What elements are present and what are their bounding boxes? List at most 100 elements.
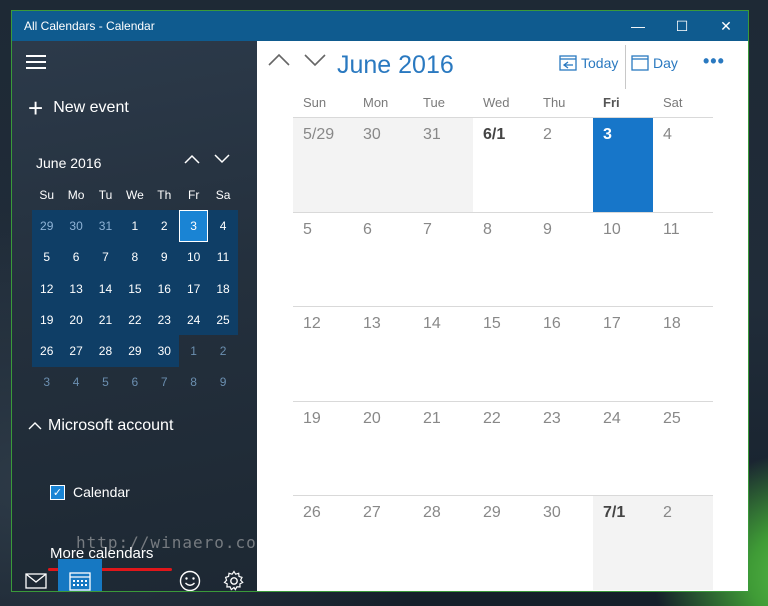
weekday-label: Sun: [303, 95, 327, 110]
mini-calendar-month[interactable]: June 2016: [36, 155, 101, 171]
day-cell[interactable]: 12: [293, 306, 353, 401]
more-options-icon[interactable]: •••: [703, 51, 725, 72]
day-cell[interactable]: 23: [533, 400, 593, 496]
day-cell[interactable]: 30: [353, 117, 413, 212]
mini-calendar-day[interactable]: 13: [61, 272, 91, 305]
hamburger-menu-icon[interactable]: [26, 55, 48, 71]
mini-calendar-day[interactable]: 9: [208, 367, 237, 398]
day-cell[interactable]: 17: [593, 306, 653, 401]
maximize-button[interactable]: ☐: [660, 11, 704, 41]
day-cell[interactable]: 22: [473, 400, 533, 496]
mini-calendar-day[interactable]: 14: [90, 272, 121, 305]
mini-calendar-day[interactable]: 6: [120, 367, 149, 398]
mini-calendar-day[interactable]: 15: [120, 272, 150, 305]
mini-calendar-day[interactable]: 9: [149, 241, 179, 273]
mini-calendar-day[interactable]: 3: [32, 367, 61, 398]
day-cell[interactable]: 15: [473, 306, 533, 401]
mini-calendar-day[interactable]: 29: [32, 210, 62, 242]
mini-calendar-day[interactable]: 5: [32, 241, 62, 273]
day-cell[interactable]: 21: [413, 400, 473, 496]
next-month-icon[interactable]: [303, 51, 327, 74]
mini-calendar-day[interactable]: 2: [149, 210, 179, 242]
calendar-checkbox-row[interactable]: ✓ Calendar: [50, 484, 130, 500]
mini-calendar-day[interactable]: 18: [208, 272, 238, 305]
checkmark-icon[interactable]: ✓: [50, 484, 65, 500]
mini-calendar-day[interactable]: 8: [120, 241, 150, 273]
mini-next-month-icon[interactable]: [214, 152, 230, 170]
today-cell[interactable]: 3: [593, 117, 653, 212]
day-cell[interactable]: 26: [293, 495, 353, 590]
day-cell[interactable]: 13: [353, 306, 413, 401]
day-cell[interactable]: 25: [653, 400, 713, 496]
mini-calendar-day[interactable]: 8: [179, 367, 208, 398]
day-cell[interactable]: 30: [533, 495, 593, 590]
day-cell[interactable]: 19: [293, 400, 353, 496]
day-cell[interactable]: 2: [533, 117, 593, 212]
mini-calendar-day[interactable]: 4: [208, 210, 238, 242]
mini-calendar-day[interactable]: 10: [178, 241, 209, 273]
mini-calendar-day[interactable]: 30: [61, 210, 91, 242]
current-month-title[interactable]: June 2016: [337, 51, 454, 80]
mini-calendar-day[interactable]: 31: [90, 210, 121, 242]
day-cell[interactable]: 6: [353, 211, 413, 307]
day-cell[interactable]: 4: [653, 117, 713, 212]
mini-calendar-day[interactable]: 7: [150, 367, 179, 398]
day-cell[interactable]: 10: [593, 211, 653, 307]
mini-calendar-day[interactable]: 28: [90, 335, 121, 367]
settings-button[interactable]: [212, 559, 256, 591]
mini-calendar-day[interactable]: 26: [32, 335, 62, 367]
minimize-button[interactable]: —: [616, 11, 660, 41]
new-event-button[interactable]: + New event: [28, 95, 129, 121]
day-cell[interactable]: 28: [413, 495, 473, 590]
mail-app-button[interactable]: [14, 559, 58, 591]
today-button[interactable]: Today: [559, 55, 618, 71]
day-number: 29: [483, 504, 501, 521]
day-cell[interactable]: 16: [533, 306, 593, 401]
day-cell[interactable]: 5: [293, 211, 353, 307]
mini-prev-month-icon[interactable]: [184, 152, 200, 170]
day-cell[interactable]: 2: [653, 495, 713, 590]
mini-calendar-day[interactable]: 16: [149, 272, 179, 305]
day-cell[interactable]: 27: [353, 495, 413, 590]
mini-calendar-day[interactable]: 21: [90, 304, 121, 336]
day-cell[interactable]: 6/1: [473, 117, 533, 212]
day-cell[interactable]: 5/29: [293, 117, 353, 212]
day-cell[interactable]: 24: [593, 400, 653, 496]
microsoft-account-group[interactable]: Microsoft account: [28, 417, 173, 435]
mini-calendar-day[interactable]: 25: [208, 304, 238, 336]
mini-calendar-day[interactable]: 29: [120, 335, 150, 367]
day-cell[interactable]: 18: [653, 306, 713, 401]
day-cell[interactable]: 8: [473, 211, 533, 307]
close-button[interactable]: ✕: [704, 11, 748, 41]
mini-calendar-day[interactable]: 7: [90, 241, 121, 273]
day-cell[interactable]: 29: [473, 495, 533, 590]
day-cell[interactable]: 20: [353, 400, 413, 496]
day-cell[interactable]: 7: [413, 211, 473, 307]
day-cell[interactable]: 7/1: [593, 495, 653, 590]
mini-calendar-day[interactable]: 30: [149, 335, 179, 367]
day-cell[interactable]: 31: [413, 117, 473, 212]
mini-calendar-day[interactable]: 22: [120, 304, 150, 336]
mini-calendar-day[interactable]: 24: [178, 304, 209, 336]
day-cell[interactable]: 14: [413, 306, 473, 401]
mini-calendar-day[interactable]: 4: [61, 367, 90, 398]
day-view-button[interactable]: Day: [631, 55, 678, 71]
mini-calendar-day[interactable]: 23: [149, 304, 179, 336]
mini-calendar-day[interactable]: 12: [32, 272, 62, 305]
previous-month-icon[interactable]: [267, 51, 291, 74]
mini-calendar-day[interactable]: 5: [91, 367, 120, 398]
mini-calendar-day[interactable]: 1: [120, 210, 150, 242]
day-cell[interactable]: 11: [653, 211, 713, 307]
mini-calendar-day[interactable]: 3: [178, 210, 209, 242]
day-cell[interactable]: 9: [533, 211, 593, 307]
mini-calendar-day[interactable]: 1: [179, 335, 208, 366]
mini-calendar-day[interactable]: 20: [61, 304, 91, 336]
mini-calendar-day[interactable]: 17: [178, 272, 209, 305]
feedback-button[interactable]: [168, 559, 212, 591]
mini-calendar-day[interactable]: 27: [61, 335, 91, 367]
mini-calendar-day[interactable]: 6: [61, 241, 91, 273]
mini-calendar-day[interactable]: 2: [208, 335, 237, 366]
mini-calendar-day[interactable]: 19: [32, 304, 62, 336]
mini-calendar-day[interactable]: 11: [208, 241, 238, 273]
calendar-app-button[interactable]: [58, 559, 102, 591]
